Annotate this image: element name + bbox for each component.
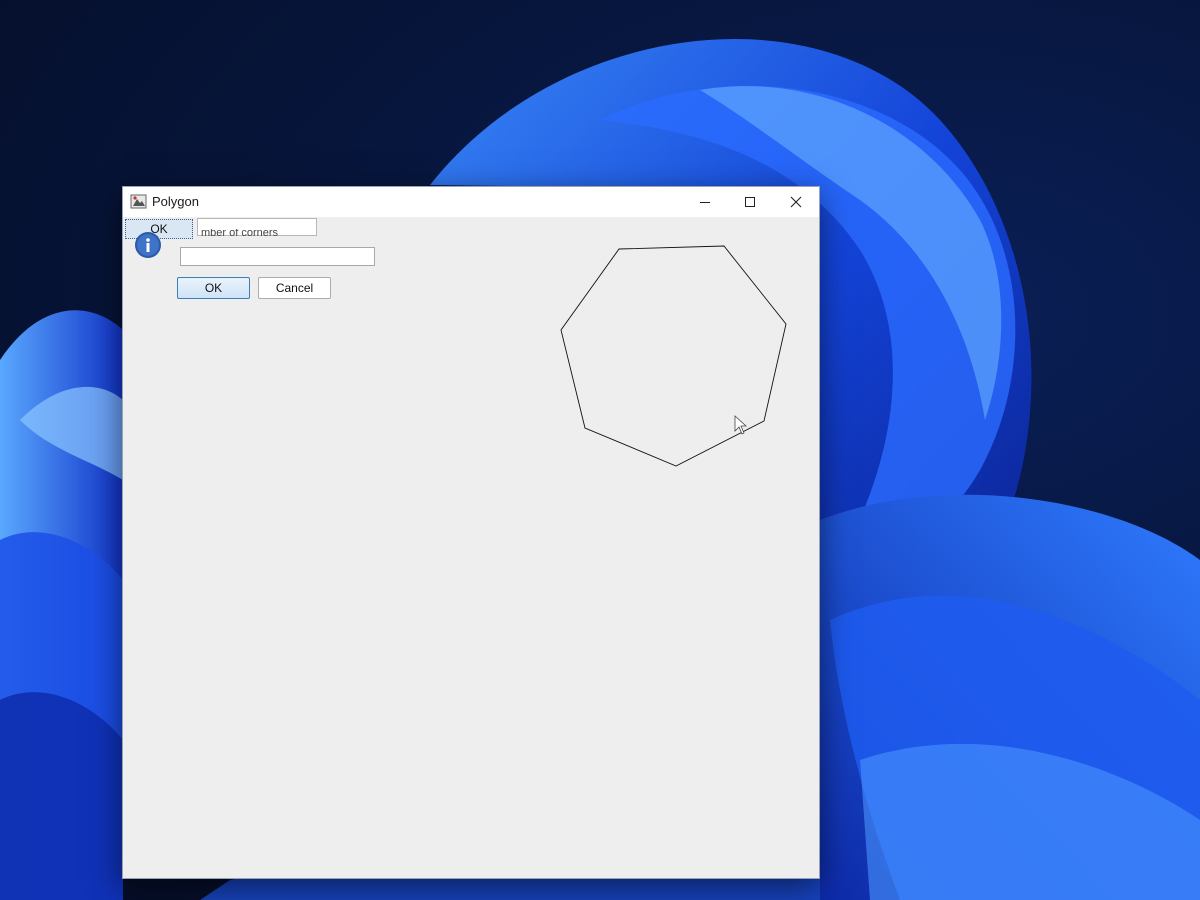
close-icon: [790, 196, 802, 208]
maximize-icon: [745, 197, 755, 207]
java-app-icon: [130, 194, 147, 209]
polygon-window: Polygon OK mber of corners OK Cancel: [123, 187, 819, 878]
info-icon: [135, 232, 161, 258]
close-button[interactable]: [773, 187, 819, 217]
title-bar[interactable]: Polygon: [123, 187, 819, 217]
heptagon-shape: [560, 245, 787, 467]
window-content: OK mber of corners OK Cancel: [123, 217, 819, 878]
corners-prompt-label: mber of corners: [201, 229, 279, 237]
polygon-canvas: [560, 245, 787, 467]
window-title: Polygon: [152, 194, 199, 209]
desktop: Polygon OK mber of corners OK Cancel: [0, 0, 1200, 900]
corners-input[interactable]: [180, 247, 375, 266]
minimize-button[interactable]: [682, 187, 728, 217]
mouse-cursor-icon: [734, 415, 748, 435]
maximize-button[interactable]: [727, 187, 773, 217]
cancel-button[interactable]: Cancel: [258, 277, 331, 299]
ok-button[interactable]: OK: [177, 277, 250, 299]
minimize-icon: [700, 202, 710, 203]
